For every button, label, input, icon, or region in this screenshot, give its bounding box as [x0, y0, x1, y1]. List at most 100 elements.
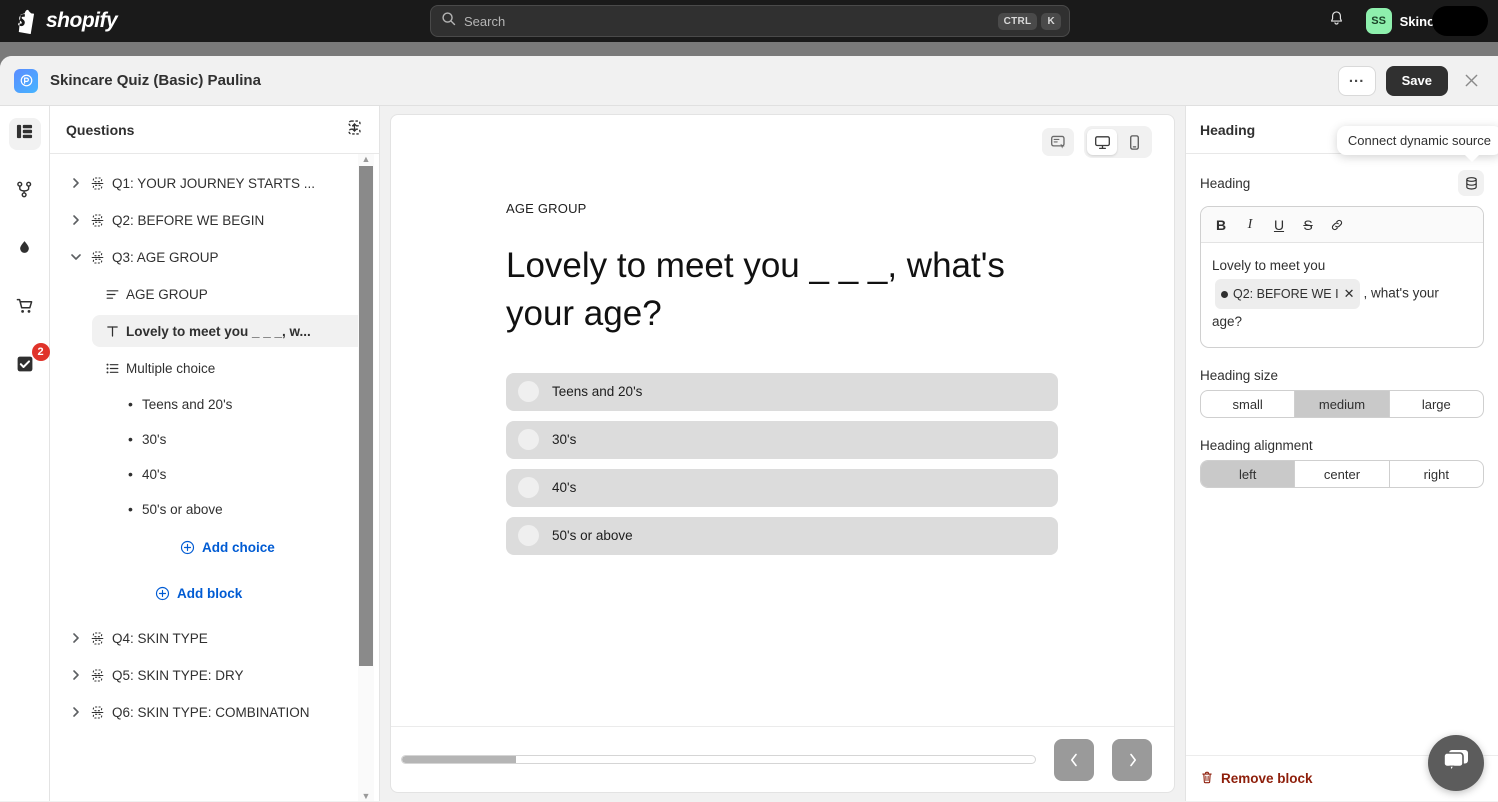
- search-input[interactable]: Search CTRL K: [430, 5, 1070, 37]
- notifications-button[interactable]: [1323, 7, 1351, 35]
- cart-icon: [16, 297, 34, 320]
- shopify-logo[interactable]: shopify: [14, 8, 118, 34]
- rail-item-products[interactable]: [9, 292, 41, 324]
- chevron-right-icon[interactable]: [66, 214, 86, 226]
- bold-icon[interactable]: B: [1209, 213, 1233, 237]
- shopify-bag-icon: [14, 8, 38, 34]
- chat-widget-button[interactable]: [1428, 735, 1484, 791]
- chevron-right-icon[interactable]: [66, 177, 86, 189]
- close-icon[interactable]: [1458, 68, 1484, 94]
- chevron-right-icon[interactable]: [66, 669, 86, 681]
- prev-question-button[interactable]: [1054, 738, 1094, 781]
- scrollbar-thumb[interactable]: [359, 166, 373, 666]
- chevron-down-icon[interactable]: [66, 252, 86, 262]
- question-block-icon: [86, 213, 108, 228]
- branch-icon: [16, 181, 33, 203]
- quiz-progress-bar: [401, 755, 1036, 764]
- question-block-icon: [86, 668, 108, 683]
- next-question-button[interactable]: [1112, 738, 1152, 781]
- shortcut-ctrl: CTRL: [997, 12, 1038, 30]
- question-row-q2[interactable]: Q2: BEFORE WE BEGIN: [60, 204, 367, 236]
- bullet-dot-icon: •: [128, 466, 133, 482]
- preview-option-row[interactable]: 50's or above: [506, 516, 1058, 555]
- question-row-q3[interactable]: Q3: AGE GROUP: [60, 241, 367, 273]
- app-frame: Skincare Quiz (Basic) Paulina ... Save 2…: [0, 56, 1498, 802]
- avatar: SS: [1365, 8, 1392, 34]
- question-block-icon: [86, 176, 108, 191]
- question-row-q6[interactable]: Q6: SKIN TYPE: COMBINATION: [60, 696, 367, 728]
- mobile-view-icon[interactable]: [1119, 129, 1149, 155]
- questions-list: Q1: YOUR JOURNEY STARTS ... Q2: BEFORE W…: [50, 154, 379, 801]
- block-row-age-group[interactable]: AGE GROUP: [92, 278, 367, 310]
- dynamic-source-chip[interactable]: Q2: BEFORE WE I ✕: [1215, 279, 1361, 309]
- block-row-multiple-choice[interactable]: Multiple choice: [92, 352, 367, 384]
- database-icon[interactable]: [1458, 170, 1484, 196]
- bullet-dot-icon: •: [128, 501, 133, 517]
- heading-alignment-option-center[interactable]: center: [1295, 461, 1390, 487]
- checkbox-icon: [16, 355, 34, 378]
- heading-size-option-small[interactable]: small: [1201, 391, 1296, 417]
- rail-item-theme[interactable]: [9, 234, 41, 266]
- choice-label: 50's or above: [142, 501, 223, 517]
- rail-item-flow[interactable]: [9, 176, 41, 208]
- choice-row[interactable]: • 40's: [128, 459, 379, 489]
- question-block-icon: [86, 631, 108, 646]
- preview-option-row[interactable]: 30's: [506, 420, 1058, 459]
- preview-option-row[interactable]: 40's: [506, 468, 1058, 507]
- preview-area: AGE GROUP Lovely to meet you _ _ _, what…: [380, 106, 1185, 801]
- question-label: Q3: AGE GROUP: [112, 249, 219, 265]
- trash-icon: [1200, 770, 1214, 788]
- heading-alignment-option-right[interactable]: right: [1390, 461, 1483, 487]
- radio-icon[interactable]: [518, 381, 539, 403]
- add-choice-button[interactable]: Add choice: [180, 532, 379, 562]
- link-icon[interactable]: [1325, 213, 1349, 237]
- desktop-view-icon[interactable]: [1087, 129, 1117, 155]
- questions-panel-title: Questions: [66, 121, 135, 138]
- question-label: Q1: YOUR JOURNEY STARTS ...: [112, 175, 316, 191]
- choice-label: Teens and 20's: [142, 396, 233, 412]
- questions-scrollbar[interactable]: ▲ ▼: [358, 154, 374, 801]
- scroll-up-icon[interactable]: ▲: [362, 154, 371, 164]
- chip-dot-icon: [1221, 290, 1228, 298]
- heading-size-option-large[interactable]: large: [1390, 391, 1483, 417]
- rail-item-tasks[interactable]: 2: [9, 343, 50, 382]
- choice-row[interactable]: • Teens and 20's: [128, 389, 379, 419]
- questions-panel-header: Questions: [50, 106, 379, 154]
- preview-footer: [391, 726, 1174, 792]
- question-row-q4[interactable]: Q4: SKIN TYPE: [60, 622, 367, 654]
- block-row-heading[interactable]: Lovely to meet you _ _ _, w...: [92, 315, 367, 347]
- save-button[interactable]: Save: [1385, 65, 1448, 96]
- preview-heading[interactable]: Lovely to meet you _ _ _, what's your ag…: [506, 242, 1066, 339]
- remove-block-button[interactable]: Remove block: [1200, 770, 1313, 788]
- shopify-wordmark: shopify: [46, 9, 118, 32]
- app-header: Skincare Quiz (Basic) Paulina ... Save: [0, 56, 1498, 106]
- italic-icon[interactable]: I: [1238, 213, 1262, 237]
- chat-bubbles-icon: [1441, 747, 1471, 780]
- radio-icon[interactable]: [518, 525, 539, 547]
- chip-remove-icon[interactable]: ✕: [1344, 281, 1355, 307]
- heading-alignment-option-left[interactable]: left: [1201, 461, 1296, 487]
- more-actions-button[interactable]: ...: [1337, 65, 1376, 96]
- question-row-q1[interactable]: Q1: YOUR JOURNEY STARTS ...: [60, 167, 367, 199]
- choice-row[interactable]: • 50's or above: [128, 494, 379, 524]
- choice-row[interactable]: • 30's: [128, 424, 379, 454]
- underline-icon[interactable]: U: [1267, 213, 1291, 237]
- radio-icon[interactable]: [518, 477, 539, 499]
- bullet-dot-icon: •: [128, 396, 133, 412]
- editor-text-before: Lovely to meet you: [1212, 258, 1326, 273]
- heading-size-option-medium[interactable]: medium: [1295, 391, 1390, 417]
- inspect-preview-icon[interactable]: [1042, 128, 1074, 156]
- radio-icon[interactable]: [518, 429, 539, 451]
- chevron-right-icon[interactable]: [66, 706, 86, 718]
- editor-content[interactable]: Lovely to meet you Q2: BEFORE WE I ✕ , w…: [1201, 243, 1483, 347]
- scrollbar-track[interactable]: [358, 164, 374, 791]
- strikethrough-icon[interactable]: S: [1296, 213, 1320, 237]
- preview-option-row[interactable]: Teens and 20's: [506, 372, 1058, 411]
- scroll-down-icon[interactable]: ▼: [362, 791, 371, 801]
- question-row-q5[interactable]: Q5: SKIN TYPE: DRY: [60, 659, 367, 691]
- rail-item-sections[interactable]: [8, 118, 41, 150]
- collapse-all-icon[interactable]: [346, 119, 363, 141]
- chevron-right-icon[interactable]: [66, 632, 86, 644]
- add-block-button[interactable]: Add block: [155, 578, 379, 608]
- heading-rich-text-editor[interactable]: B I U S Lovely to meet you Q2: BEFORE WE…: [1200, 206, 1484, 348]
